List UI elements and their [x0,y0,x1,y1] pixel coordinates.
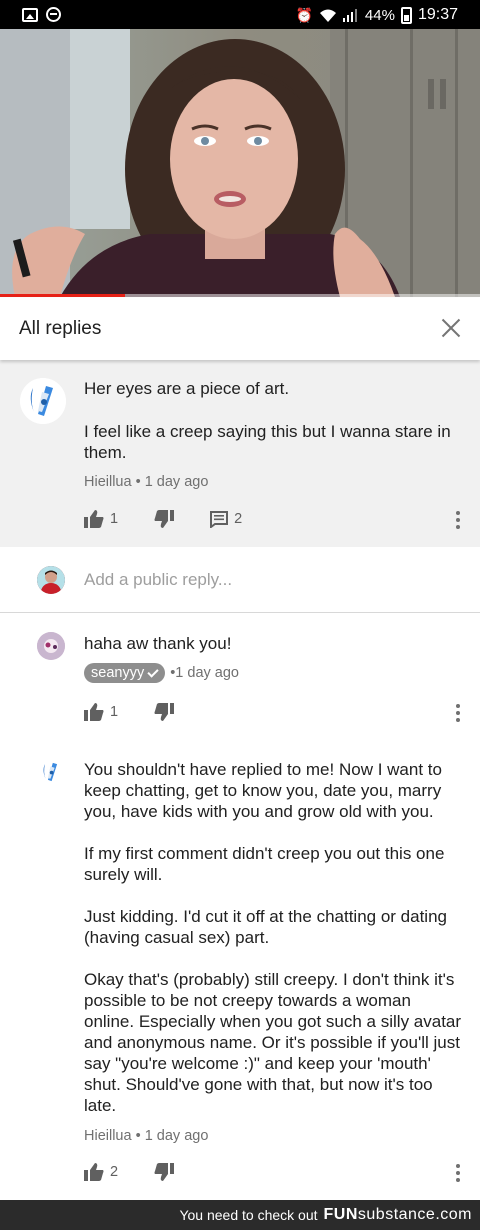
dislike-button[interactable] [154,510,175,528]
add-reply-input[interactable]: Add a public reply... [84,570,232,590]
reply-comment: You shouldn't have replied to me! Now I … [0,738,480,1198]
signal-icon [342,9,357,22]
brand-part: .com [435,1206,472,1223]
comment-meta: seanyyy • 1 day ago [84,663,462,683]
thumbs-up-icon [84,510,104,528]
rocket-avatar-icon [20,378,66,424]
author-name: seanyyy [91,665,145,681]
user-avatar-icon [37,632,65,660]
author-name[interactable]: Hieillua [84,474,132,490]
more-options-icon[interactable] [455,511,461,529]
comment-paragraph: If my first comment didn't creep you out… [84,844,445,884]
rocket-avatar-icon [37,758,65,786]
add-reply-row: Add a public reply... [0,547,480,613]
comment-text: You shouldn't have replied to me! Now I … [84,759,462,1145]
thumbs-up-icon [84,1163,104,1181]
comment-actions: 1 [84,700,175,724]
comment-text: haha aw thank you! [84,634,232,653]
watermark-banner: You need to check out FUNsubstance.com [0,1200,480,1230]
page-title: All replies [19,318,102,339]
user-avatar-icon [37,566,65,594]
avatar[interactable] [37,632,65,660]
reply-comment: haha aw thank you! seanyyy • 1 day ago 1 [0,613,480,738]
comment-paragraph: Just kidding. I'd cut it off at the chat… [84,907,447,947]
video-progress-fill [0,294,125,297]
video-player[interactable] [0,29,480,297]
comment-age: 1 day ago [175,665,239,681]
comment-icon [210,510,229,528]
like-button[interactable]: 2 [84,1163,118,1181]
reply-count-button[interactable]: 2 [210,510,243,528]
thumbs-down-icon [154,1163,175,1181]
banner-text: You need to check out [179,1207,318,1223]
alarm-icon: ⏰ [295,6,313,23]
channel-owner-badge[interactable]: seanyyy [84,663,166,683]
battery-icon [400,6,412,24]
avatar[interactable] [37,758,65,786]
like-button[interactable]: 1 [84,703,118,721]
clock: 19:37 [417,6,458,23]
comment-paragraph: I feel like a creep saying this but I wa… [84,422,451,462]
battery-percent: 44% [364,6,395,24]
comment-paragraph: You shouldn't have replied to me! Now I … [84,760,442,821]
reply-count: 2 [234,511,243,527]
comment-paragraph: Her eyes are a piece of art. [84,379,290,398]
like-count: 2 [110,1164,119,1180]
thumbs-down-icon [154,703,175,721]
video-progress-bar[interactable] [0,294,480,297]
meta-separator: • [135,474,145,490]
brand-part: FUN [323,1206,358,1223]
dislike-button[interactable] [154,703,175,721]
like-count: 1 [110,704,119,720]
author-name[interactable]: Hieillua [84,1128,132,1144]
close-icon[interactable] [438,315,464,341]
verified-check-icon [147,665,159,678]
dislike-button[interactable] [154,1163,175,1181]
more-options-icon[interactable] [455,704,461,722]
gallery-notification-icon [22,7,38,22]
like-count: 1 [110,511,119,527]
brand-logo: FUNsubstance.com [324,1206,473,1224]
meta-separator: • [135,1128,145,1144]
wifi-icon [319,9,336,22]
comment-actions: 2 [84,1160,175,1184]
do-not-disturb-icon [46,7,61,22]
thumbs-up-icon [84,703,104,721]
avatar[interactable] [20,378,66,424]
parent-comment: Her eyes are a piece of art. I feel like… [0,360,480,547]
like-button[interactable]: 1 [84,510,118,528]
avatar [37,566,65,594]
comment-text: Her eyes are a piece of art. I feel like… [84,378,462,491]
status-bar: ⏰ 44% 19:37 [0,0,480,29]
comment-meta: Hieillua • 1 day ago [84,473,462,491]
comment-paragraph: Okay that's (probably) still creepy. I d… [84,970,462,1115]
replies-header: All replies [0,298,480,360]
thumbs-down-icon [154,510,175,528]
comment-meta: Hieillua • 1 day ago [84,1127,462,1145]
comment-age: 1 day ago [144,1128,209,1144]
brand-part: substance [357,1206,436,1223]
more-options-icon[interactable] [455,1164,461,1182]
comment-actions: 1 2 [84,507,242,531]
video-frame [0,29,480,297]
comment-age: 1 day ago [144,474,209,490]
